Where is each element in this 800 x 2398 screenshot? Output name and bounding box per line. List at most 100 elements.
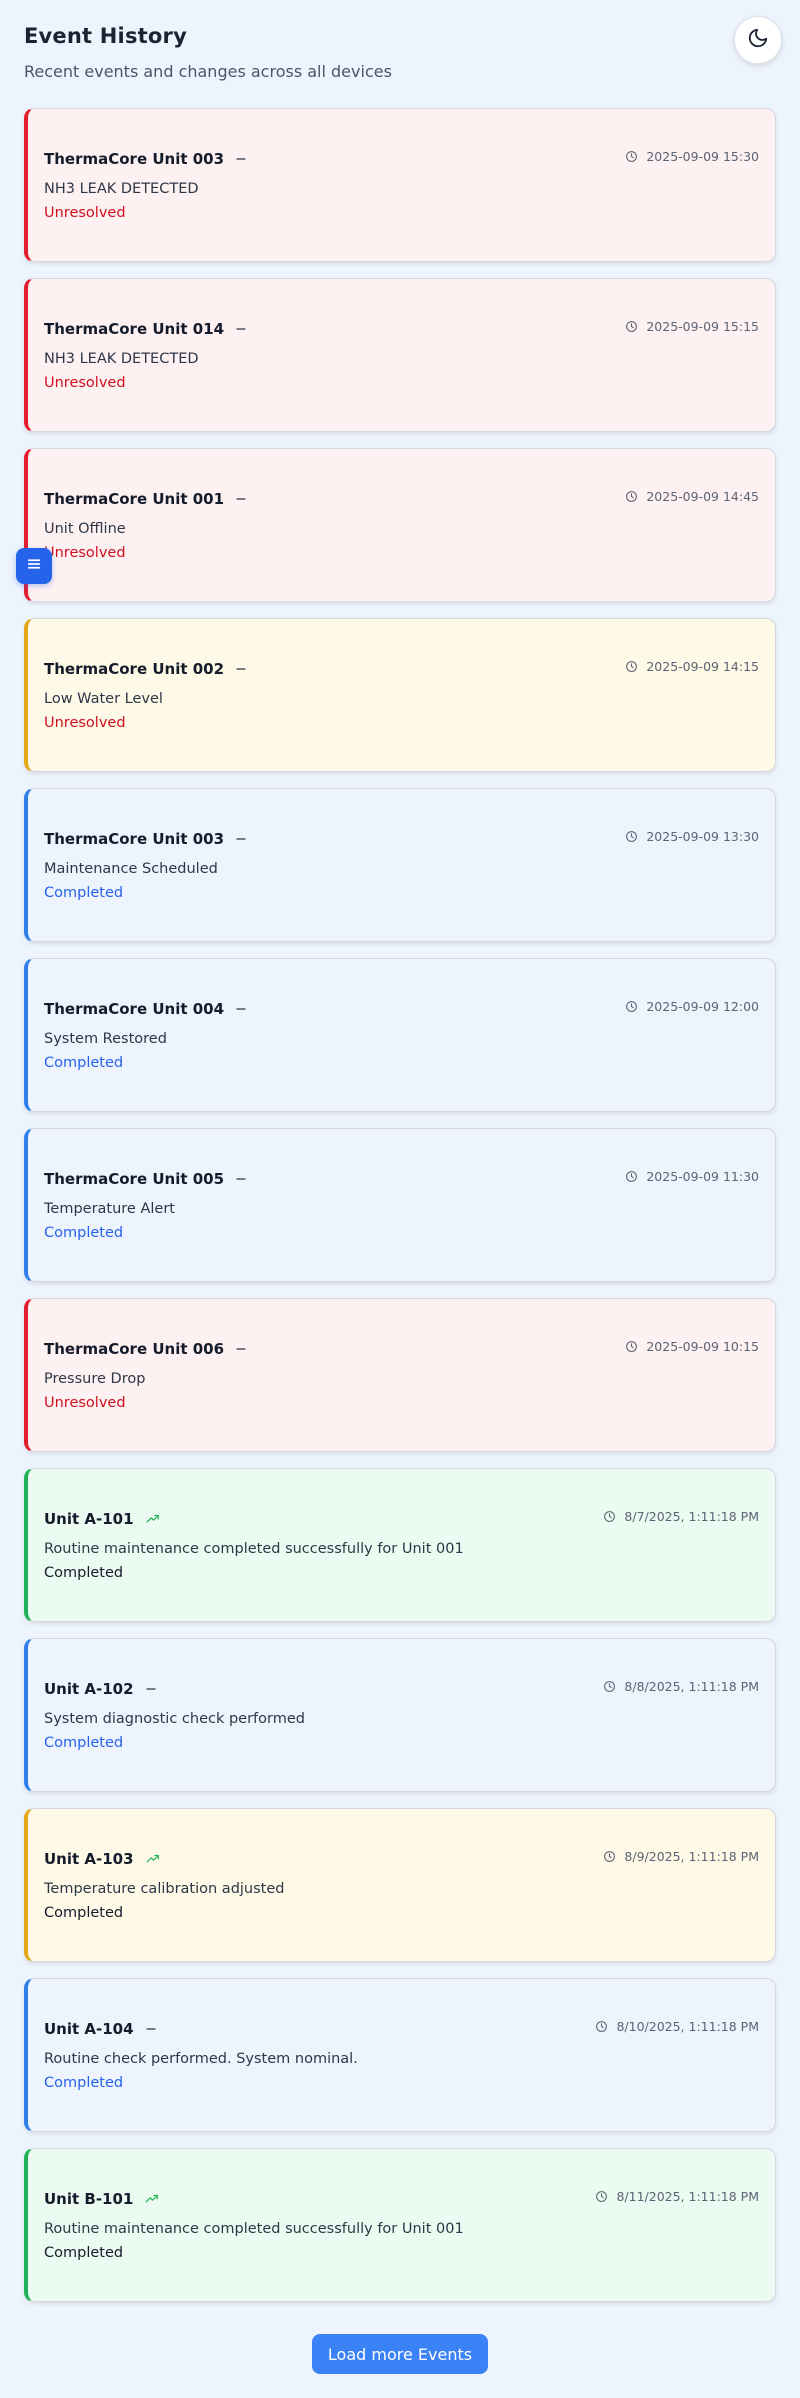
event-card[interactable]: Unit A-103 8/9/2025, 1:11:18 PM Temperatur…	[24, 1808, 776, 1962]
event-status: Unresolved	[44, 1395, 126, 1411]
event-status: Completed	[44, 1735, 124, 1751]
event-status: Unresolved	[44, 205, 126, 221]
timestamp-wrap: 2025-09-09 13:30	[625, 829, 759, 844]
event-description: Temperature calibration adjusted	[44, 1881, 285, 1897]
unit-name: ThermaCore Unit 001	[44, 490, 225, 508]
event-description: Low Water Level	[44, 691, 163, 707]
unit-name: Unit A-104	[44, 2020, 134, 2038]
event-timestamp: 2025-09-09 10:15	[646, 1338, 759, 1354]
minus-icon	[234, 492, 248, 506]
unit-name: Unit A-101	[44, 1510, 134, 1528]
page-title: Event History	[24, 24, 187, 48]
event-timestamp: 2025-09-09 14:15	[646, 658, 759, 674]
unit-wrap: ThermaCore Unit 003	[44, 150, 248, 168]
minus-icon	[234, 1002, 248, 1016]
event-status: Unresolved	[44, 715, 126, 731]
event-card[interactable]: Unit B-101 8/11/2025, 1:11:18 PM Routine m…	[24, 2148, 776, 2302]
event-status: Completed	[44, 885, 124, 901]
event-timestamp: 2025-09-09 12:00	[646, 998, 759, 1014]
minus-icon	[234, 322, 248, 336]
event-timestamp: 2025-09-09 15:15	[646, 318, 759, 334]
clock-icon	[625, 320, 638, 333]
minus-icon	[144, 1682, 158, 1696]
unit-wrap: ThermaCore Unit 003	[44, 830, 248, 848]
event-description: Maintenance Scheduled	[44, 861, 218, 877]
timestamp-wrap: 2025-09-09 14:15	[625, 659, 759, 674]
event-card[interactable]: ThermaCore Unit 002 2025-09-09 14:15 Low W…	[24, 618, 776, 772]
timestamp-wrap: 2025-09-09 10:15	[625, 1339, 759, 1354]
event-card-header: Unit A-102 8/8/2025, 1:11:18 PM	[44, 1679, 759, 1699]
menu-button[interactable]	[16, 548, 52, 584]
event-card-header: ThermaCore Unit 005 2025-09-09 11:30	[44, 1169, 759, 1189]
event-description: Unit Offline	[44, 521, 126, 537]
event-card-header: Unit A-101 8/7/2025, 1:11:18 PM	[44, 1509, 759, 1529]
event-description: System Restored	[44, 1031, 167, 1047]
event-card[interactable]: ThermaCore Unit 006 2025-09-09 10:15 Press…	[24, 1298, 776, 1452]
unit-name: ThermaCore Unit 004	[44, 1000, 225, 1018]
minus-icon	[234, 1342, 248, 1356]
event-status: Unresolved	[44, 375, 126, 391]
unit-wrap: ThermaCore Unit 002	[44, 660, 248, 678]
clock-icon	[595, 2190, 608, 2203]
event-status: Unresolved	[44, 545, 126, 561]
clock-icon	[625, 830, 638, 843]
event-card[interactable]: ThermaCore Unit 001 2025-09-09 14:45 Unit …	[24, 448, 776, 602]
theme-toggle-button[interactable]	[734, 16, 782, 64]
event-status: Completed	[44, 2075, 124, 2091]
menu-icon	[25, 555, 43, 577]
timestamp-wrap: 2025-09-09 12:00	[625, 999, 759, 1014]
clock-icon	[603, 1680, 616, 1693]
clock-icon	[625, 1000, 638, 1013]
moon-icon	[747, 27, 769, 53]
clock-icon	[625, 660, 638, 673]
event-description: Routine maintenance completed successful…	[44, 2221, 464, 2237]
minus-icon	[234, 832, 248, 846]
event-card[interactable]: Unit A-102 8/8/2025, 1:11:18 PM System dia…	[24, 1638, 776, 1792]
event-timestamp: 2025-09-09 13:30	[646, 828, 759, 844]
unit-name: ThermaCore Unit 006	[44, 1340, 225, 1358]
minus-icon	[144, 2022, 158, 2036]
timestamp-wrap: 2025-09-09 11:30	[625, 1169, 759, 1184]
timestamp-wrap: 8/9/2025, 1:11:18 PM	[603, 1849, 759, 1864]
unit-name: Unit A-102	[44, 1680, 134, 1698]
page-header: Event History Recent events and changes …	[24, 24, 392, 81]
unit-name: ThermaCore Unit 014	[44, 320, 225, 338]
unit-wrap: ThermaCore Unit 014	[44, 320, 248, 338]
event-card-header: ThermaCore Unit 014 2025-09-09 15:15	[44, 319, 759, 339]
trending-up-icon	[144, 1512, 162, 1526]
event-card[interactable]: ThermaCore Unit 003 2025-09-09 13:30 Maint…	[24, 788, 776, 942]
unit-name: Unit A-103	[44, 1850, 134, 1868]
event-card[interactable]: ThermaCore Unit 004 2025-09-09 12:00 Syste…	[24, 958, 776, 1112]
unit-wrap: Unit A-102	[44, 1680, 158, 1698]
timestamp-wrap: 8/11/2025, 1:11:18 PM	[595, 2189, 759, 2204]
event-description: Routine check performed. System nominal.	[44, 2051, 358, 2067]
load-more-button[interactable]: Load more Events	[312, 2334, 488, 2374]
event-card-header: Unit B-101 8/11/2025, 1:11:18 PM	[44, 2189, 759, 2209]
event-card-header: ThermaCore Unit 003 2025-09-09 15:30	[44, 149, 759, 169]
trending-up-icon	[144, 1852, 162, 1866]
unit-name: ThermaCore Unit 003	[44, 150, 225, 168]
event-description: NH3 LEAK DETECTED	[44, 351, 199, 367]
event-status: Completed	[44, 2245, 124, 2261]
event-card[interactable]: ThermaCore Unit 003 2025-09-09 15:30 NH3 L…	[24, 108, 776, 262]
clock-icon	[603, 1850, 616, 1863]
event-card-header: Unit A-104 8/10/2025, 1:11:18 PM	[44, 2019, 759, 2039]
event-timestamp: 8/9/2025, 1:11:18 PM	[624, 1848, 759, 1864]
event-card[interactable]: ThermaCore Unit 005 2025-09-09 11:30 Tempe…	[24, 1128, 776, 1282]
event-card-header: ThermaCore Unit 006 2025-09-09 10:15	[44, 1339, 759, 1359]
event-status: Completed	[44, 1055, 124, 1071]
event-description: Pressure Drop	[44, 1371, 146, 1387]
event-card[interactable]: ThermaCore Unit 014 2025-09-09 15:15 NH3 L…	[24, 278, 776, 432]
event-card[interactable]: Unit A-101 8/7/2025, 1:11:18 PM Routine ma…	[24, 1468, 776, 1622]
event-timestamp: 2025-09-09 14:45	[646, 488, 759, 504]
clock-icon	[625, 490, 638, 503]
unit-name: Unit B-101	[44, 2190, 134, 2208]
timestamp-wrap: 2025-09-09 15:30	[625, 149, 759, 164]
event-timestamp: 8/10/2025, 1:11:18 PM	[616, 2018, 759, 2034]
unit-wrap: Unit A-101	[44, 1510, 162, 1528]
event-card[interactable]: Unit A-104 8/10/2025, 1:11:18 PM Routine c…	[24, 1978, 776, 2132]
clock-icon	[625, 1170, 638, 1183]
event-card-header: ThermaCore Unit 002 2025-09-09 14:15	[44, 659, 759, 679]
event-description: Routine maintenance completed successful…	[44, 1541, 464, 1557]
event-timestamp: 2025-09-09 15:30	[646, 148, 759, 164]
